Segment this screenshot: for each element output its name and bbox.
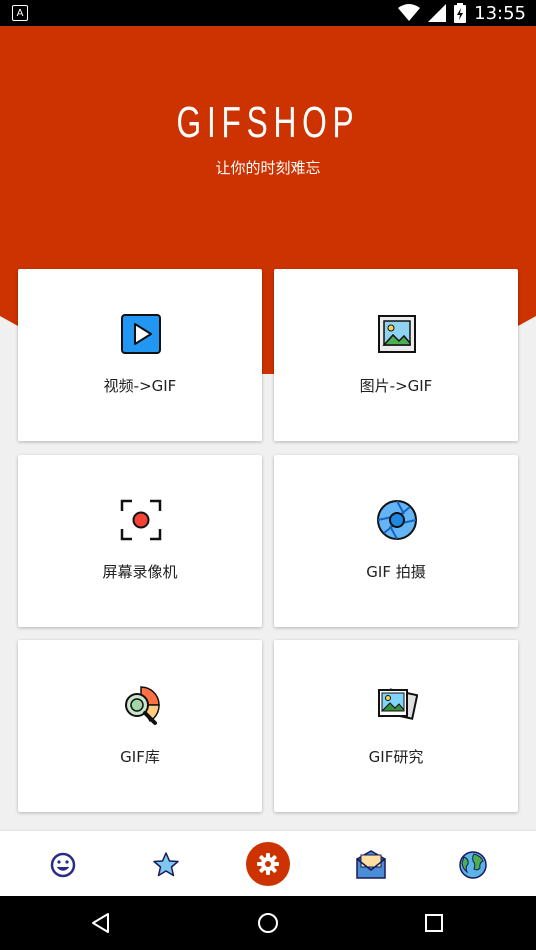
video-to-gif-card[interactable]: 视频->GIF: [18, 269, 262, 441]
clock: 13:55: [474, 2, 526, 24]
picture-icon: [378, 315, 416, 353]
star-icon[interactable]: [146, 845, 186, 885]
gif-library-card[interactable]: GIF库: [18, 640, 262, 812]
app-brand: GIFSHOP: [176, 98, 360, 147]
mail-icon[interactable]: [351, 845, 391, 885]
image-to-gif-card[interactable]: 图片->GIF: [274, 269, 518, 441]
card-label: 视频->GIF: [103, 377, 177, 395]
status-bar: A 13:55: [0, 0, 536, 26]
card-label: 图片->GIF: [359, 377, 433, 395]
screen-record-icon: [120, 499, 162, 541]
video-play-icon: [121, 314, 161, 354]
back-icon[interactable]: [85, 907, 117, 939]
card-label: 屏幕录像机: [102, 563, 178, 581]
signal-icon: [428, 4, 447, 22]
globe-icon[interactable]: [453, 845, 493, 885]
photos-icon: [378, 688, 418, 720]
notification-letter: A: [16, 7, 24, 19]
wifi-icon: [398, 4, 421, 21]
card-label: GIF库: [120, 748, 160, 766]
system-navigation-bar: [0, 896, 536, 950]
screen-recorder-card[interactable]: 屏幕录像机: [18, 455, 262, 627]
gif-research-card[interactable]: GIF研究: [274, 640, 518, 812]
tagline: 让你的时刻难忘: [215, 159, 321, 177]
settings-icon[interactable]: [246, 842, 290, 886]
search-chart-icon: [125, 686, 160, 725]
card-label: GIF研究: [368, 748, 424, 766]
card-label: GIF 拍摄: [366, 563, 426, 581]
home-icon[interactable]: [252, 907, 284, 939]
a-icon: A: [12, 5, 28, 21]
battery-icon: [454, 3, 467, 23]
status-icons: 13:55: [398, 2, 526, 24]
gif-capture-card[interactable]: GIF 拍摄: [274, 455, 518, 627]
bottom-navigation: [0, 830, 536, 897]
smiley-icon[interactable]: [43, 845, 83, 885]
camera-aperture-icon: [377, 500, 417, 540]
recents-icon[interactable]: [418, 907, 450, 939]
